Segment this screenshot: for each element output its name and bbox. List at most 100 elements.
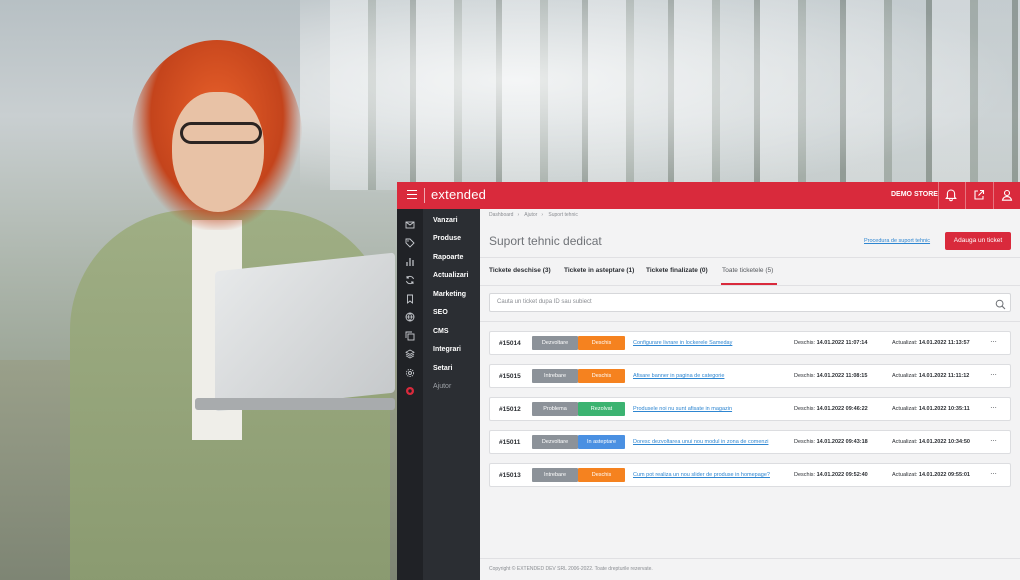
- ticket-type-badge: Dezvoltare: [532, 435, 578, 449]
- tab-open-tickets[interactable]: Tickete deschise (3): [489, 267, 551, 274]
- breadcrumb-item: Suport tehnic: [548, 212, 578, 218]
- more-options-icon[interactable]: ···: [990, 469, 997, 478]
- updated-label: Actualizat:: [892, 472, 918, 478]
- updated-label: Actualizat:: [892, 439, 918, 445]
- ticket-updated: Actualizat: 14.01.2022 10:35:11: [892, 406, 970, 412]
- ticket-subject-link[interactable]: Configurare livrare in lockerele Sameday: [633, 340, 732, 346]
- woman-face: [172, 92, 264, 212]
- ticket-updated: Actualizat: 14.01.2022 10:34:50: [892, 439, 970, 445]
- sidebar-item-label: Rapoarte: [433, 254, 464, 261]
- tab-pending-tickets[interactable]: Tickete in asteptare (1): [564, 267, 634, 274]
- main-content: Dashboard › Ajutor › Suport tehnic Suport …: [480, 209, 1020, 580]
- updated-value: 14.01.2022 10:34:50: [918, 439, 970, 445]
- ticket-type-badge: Intrebare: [532, 369, 578, 383]
- tag-icon: [405, 235, 415, 248]
- user-icon[interactable]: [1000, 188, 1014, 202]
- sidebar-item-ajutor[interactable]: Ajutor: [397, 379, 480, 397]
- updated-value: 14.01.2022 11:11:12: [918, 373, 970, 379]
- ticket-id: #15014: [499, 340, 521, 347]
- menu-icon[interactable]: [407, 190, 417, 199]
- search-input[interactable]: Cauta un ticket dupa ID sau subiect: [489, 293, 1011, 312]
- ticket-id: #15011: [499, 439, 521, 446]
- sidebar-item-actualizari[interactable]: Actualizari: [397, 268, 480, 286]
- updated-label: Actualizat:: [892, 373, 918, 379]
- tab-finished-tickets[interactable]: Tickete finalizate (0): [646, 267, 708, 274]
- divider: [480, 558, 1020, 559]
- sidebar-item-label: Marketing: [433, 291, 467, 298]
- opened-value: 14.01.2022 11:07:14: [816, 340, 868, 346]
- sidebar-item-label: Setari: [433, 365, 453, 372]
- more-options-icon[interactable]: ···: [990, 403, 997, 412]
- ticket-status-badge: Deschis: [578, 336, 625, 350]
- globe-icon: [405, 309, 415, 322]
- breadcrumb-separator: ›: [517, 212, 520, 218]
- woman-glasses: [180, 122, 262, 144]
- more-options-icon[interactable]: ···: [990, 436, 997, 445]
- ticket-status-badge: Rezolvat: [578, 402, 625, 416]
- ticket-id: #15012: [499, 406, 521, 413]
- layers-icon: [405, 346, 415, 359]
- updated-value: 14.01.2022 09:55:01: [918, 472, 970, 478]
- sidebar-item-marketing[interactable]: Marketing: [397, 287, 480, 305]
- ticket-opened: Deschis: 14.01.2022 11:07:14: [794, 340, 867, 346]
- opened-value: 14.01.2022 09:43:18: [816, 439, 868, 445]
- ticket-row[interactable]: #15015 Intrebare Deschis Afisare banner …: [489, 364, 1011, 388]
- support-procedure-link[interactable]: Procedura de suport tehnic: [864, 238, 930, 244]
- ticket-subject-link[interactable]: Doresc dezvoltarea unui nou modul in zon…: [633, 439, 768, 445]
- sidebar-item-label: Ajutor: [433, 383, 452, 390]
- top-bar: extended DEMO STORE: [397, 182, 1020, 209]
- updated-value: 14.01.2022 10:35:11: [918, 406, 970, 412]
- opened-label: Deschis:: [794, 406, 816, 412]
- opened-value: 14.01.2022 11:08:15: [816, 373, 868, 379]
- ticket-type-badge: Problema: [532, 402, 578, 416]
- divider: [480, 285, 1020, 286]
- brand-logo: extended: [431, 187, 487, 202]
- ticket-row[interactable]: #15014 Dezvoltare Deschis Configurare li…: [489, 331, 1011, 355]
- lifebuoy-icon: [405, 383, 415, 395]
- ticket-subject-link[interactable]: Afisare banner in pagina de categorie: [633, 373, 724, 379]
- add-ticket-button[interactable]: Adauga un ticket: [945, 232, 1011, 250]
- sidebar-item-label: Actualizari: [433, 272, 469, 279]
- more-options-icon[interactable]: ···: [990, 337, 997, 346]
- ticket-type-badge: Intrebare: [532, 468, 578, 482]
- app-window: extended DEMO STORE Vanzari Produse Rapo…: [397, 182, 1020, 580]
- breadcrumb: Dashboard › Ajutor › Suport tehnic: [489, 212, 582, 218]
- ticket-row[interactable]: #15011 Dezvoltare In asteptare Doresc de…: [489, 430, 1011, 454]
- sidebar-item-integrari[interactable]: Integrari: [397, 342, 480, 360]
- updated-value: 14.01.2022 11:13:57: [918, 340, 970, 346]
- sidebar-item-label: Integrari: [433, 346, 462, 353]
- updated-label: Actualizat:: [892, 406, 918, 412]
- sidebar-item-rapoarte[interactable]: Rapoarte: [397, 250, 480, 268]
- ticket-row[interactable]: #15013 Intrebare Deschis Cum pot realiza…: [489, 463, 1011, 487]
- more-options-icon[interactable]: ···: [990, 370, 997, 379]
- gear-icon: [405, 365, 415, 378]
- ticket-subject-link[interactable]: Cum pot realiza un nou slider de produse…: [633, 472, 770, 478]
- topbar-divider: [965, 182, 966, 209]
- ticket-type-badge: Dezvoltare: [532, 336, 578, 350]
- breadcrumb-item[interactable]: Ajutor: [524, 212, 537, 218]
- sidebar-item-seo[interactable]: SEO: [397, 305, 480, 323]
- ticket-subject-link[interactable]: Produsele noi nu sunt afisate in magazin: [633, 406, 732, 412]
- sidebar-item-cms[interactable]: CMS: [397, 324, 480, 342]
- ticket-row[interactable]: #15012 Problema Rezolvat Produsele noi n…: [489, 397, 1011, 421]
- store-name[interactable]: DEMO STORE: [891, 191, 938, 198]
- bell-icon[interactable]: [944, 188, 958, 202]
- sidebar-item-produse[interactable]: Produse: [397, 231, 480, 249]
- footer-copyright: Copyright © EXTENDED DEV SRL 2006-2022. …: [489, 566, 653, 572]
- ticket-updated: Actualizat: 14.01.2022 09:55:01: [892, 472, 970, 478]
- opened-value: 14.01.2022 09:46:22: [816, 406, 868, 412]
- brand-separator: [424, 188, 425, 203]
- breadcrumb-item[interactable]: Dashboard: [489, 212, 513, 218]
- external-link-icon[interactable]: [972, 188, 986, 202]
- topbar-divider: [993, 182, 994, 209]
- sidebar-item-setari[interactable]: Setari: [397, 361, 480, 379]
- opened-label: Deschis:: [794, 373, 816, 379]
- sidebar-item-vanzari[interactable]: Vanzari: [397, 213, 480, 231]
- tab-all-tickets[interactable]: Toate ticketele (5): [722, 267, 773, 274]
- divider: [480, 257, 1020, 258]
- ticket-id: #15015: [499, 373, 521, 380]
- search-icon[interactable]: [995, 297, 1006, 310]
- refresh-icon: [405, 272, 415, 285]
- sidebar-item-label: Produse: [433, 235, 462, 242]
- mail-icon: [405, 217, 415, 229]
